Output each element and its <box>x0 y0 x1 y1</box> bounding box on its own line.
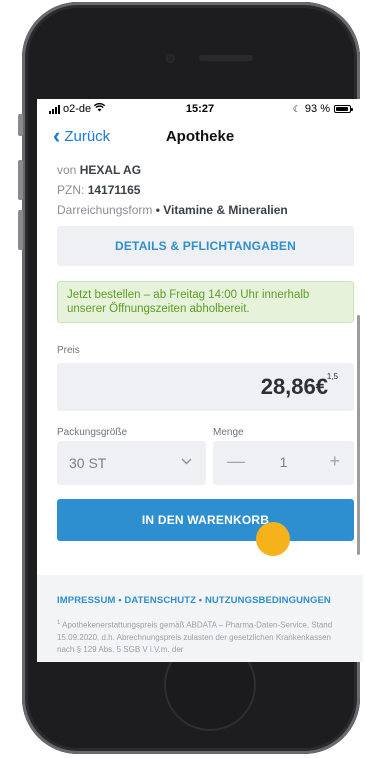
app-screen: o2-de 15:27 ☾ 93 % ‹ Zurück Apotheke von… <box>37 99 363 662</box>
add-to-cart-button[interactable]: IN DEN WARENKORB <box>57 499 354 541</box>
footer-separator: • <box>198 595 203 606</box>
package-size-value: 30 ST <box>69 455 107 471</box>
quantity-stepper[interactable]: — 1 + <box>213 441 354 485</box>
footer-link-datenschutz[interactable]: DATENSCHUTZ <box>124 595 196 606</box>
manufacturer-name: HEXAL AG <box>79 163 142 177</box>
quantity-label: Menge <box>213 427 244 438</box>
navigation-bar: ‹ Zurück Apotheke <box>37 119 363 155</box>
tap-indicator <box>256 522 290 556</box>
manufacturer-line: von HEXAL AG <box>57 163 141 177</box>
form-value: Vitamine & Mineralien <box>163 203 288 217</box>
details-button[interactable]: DETAILS & PFLICHTANGABEN <box>57 226 354 266</box>
page-title: Apotheke <box>165 128 235 145</box>
volume-down-button <box>18 210 23 250</box>
silent-switch <box>18 114 23 136</box>
volume-up-button <box>18 160 23 200</box>
footer-link-nutzungsbedingungen[interactable]: NUTZUNGSBEDINGUNGEN <box>205 595 331 606</box>
status-right: ☾ 93 % <box>292 103 353 115</box>
do-not-disturb-icon: ☾ <box>292 103 301 114</box>
footer-link-impressum[interactable]: IMPRESSUM <box>57 595 115 606</box>
footnote-marker: 1 <box>57 620 61 626</box>
price-footnote: 1,5 <box>326 372 338 381</box>
battery-percent: 93 % <box>304 103 330 115</box>
footnote-text: Apothekenerstattungspreis gemäß ABDATA –… <box>57 620 333 654</box>
package-size-label: Packungsgröße <box>57 427 128 438</box>
form-line: Darreichungsform • Vitamine & Mineralien <box>57 203 288 217</box>
chevron-down-icon <box>181 452 192 468</box>
form-label: Darreichungsform <box>57 203 153 217</box>
battery-icon <box>334 105 353 113</box>
manufacturer-prefix: von <box>57 163 77 177</box>
earpiece-speaker <box>199 55 253 61</box>
package-size-select[interactable]: 30 ST <box>57 441 206 485</box>
quantity-increment-button[interactable]: + <box>329 451 340 472</box>
footer-links: IMPRESSUM • DATENSCHUTZ • NUTZUNGSBEDING… <box>57 595 331 606</box>
footer-separator: • <box>118 595 122 606</box>
price-value: 28,86€ <box>260 374 328 399</box>
footer: IMPRESSUM • DATENSCHUTZ • NUTZUNGSBEDING… <box>37 575 363 662</box>
price-box: 28,86€ 1,5 <box>57 363 354 411</box>
pickup-notice: Jetzt bestellen – ab Freitag 14:00 Uhr i… <box>57 281 354 323</box>
price-label: Preis <box>57 345 80 356</box>
scrollbar[interactable] <box>357 315 360 555</box>
pzn-label: PZN: <box>57 183 85 197</box>
form-separator: • <box>155 203 160 217</box>
pzn-line: PZN: 14171165 <box>57 183 140 197</box>
battery-fill <box>336 107 349 111</box>
footer-price-note: 1 Apothekenerstattungspreis gemäß ABDATA… <box>57 617 349 656</box>
front-camera <box>166 54 175 63</box>
price-value-wrap: 28,86€ 1,5 <box>260 372 338 400</box>
product-content[interactable]: von HEXAL AG PZN: 14171165 Darreichungsf… <box>37 155 363 662</box>
status-bar: o2-de 15:27 ☾ 93 % <box>37 99 363 119</box>
pzn-value: 14171165 <box>87 183 141 197</box>
